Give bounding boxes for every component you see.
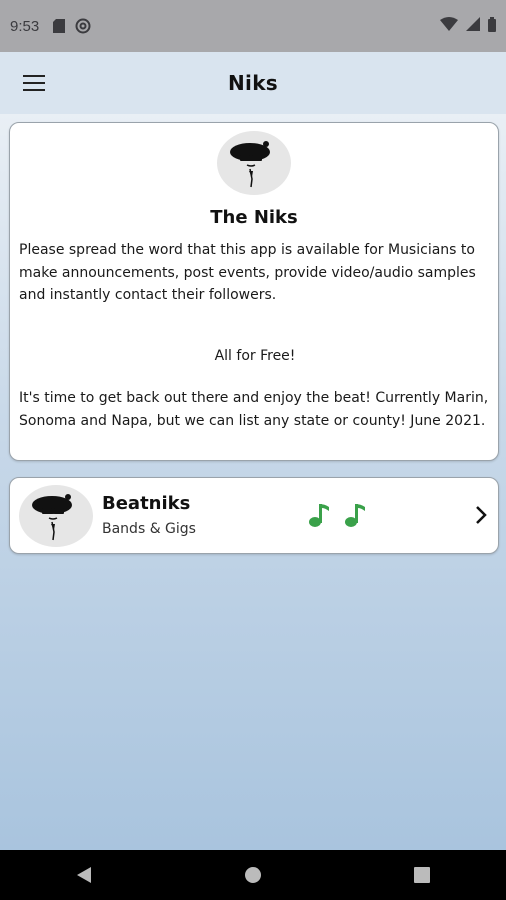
status-right-icons xyxy=(440,16,496,36)
list-item-subtitle: Bands & Gigs xyxy=(102,521,196,537)
recents-icon[interactable] xyxy=(392,850,452,900)
sd-card-icon xyxy=(53,19,66,33)
chevron-right-icon[interactable] xyxy=(474,504,488,530)
music-notes xyxy=(308,502,366,532)
list-item-name: Beatniks xyxy=(102,493,191,514)
status-time: 9:53 xyxy=(10,17,40,35)
at-sign-icon xyxy=(75,18,91,34)
wifi-icon xyxy=(440,17,458,35)
navigation-bar xyxy=(0,850,506,900)
list-item[interactable]: Beatniks Bands & Gigs xyxy=(9,477,499,554)
info-paragraph-2: All for Free! xyxy=(214,348,296,364)
card-title: The Niks xyxy=(210,207,298,228)
status-bar: 9:53 xyxy=(0,0,506,52)
beatnik-avatar-icon xyxy=(217,131,291,195)
app-title: Niks xyxy=(228,71,278,95)
battery-icon xyxy=(488,16,496,36)
back-icon[interactable] xyxy=(54,850,114,900)
main-content: The Niks Please spread the word that thi… xyxy=(0,114,506,850)
music-note-icon xyxy=(308,502,330,532)
home-icon[interactable] xyxy=(223,850,283,900)
music-note-icon xyxy=(344,502,366,532)
hamburger-menu-icon[interactable] xyxy=(14,66,54,100)
app-bar: Niks xyxy=(0,52,506,114)
info-paragraph-1: Please spread the word that this app is … xyxy=(19,242,476,303)
info-paragraph-3: It's time to get back out there and enjo… xyxy=(19,390,489,429)
beatnik-avatar-icon xyxy=(19,485,93,547)
signal-icon xyxy=(466,17,480,35)
info-card: The Niks Please spread the word that thi… xyxy=(9,122,499,461)
